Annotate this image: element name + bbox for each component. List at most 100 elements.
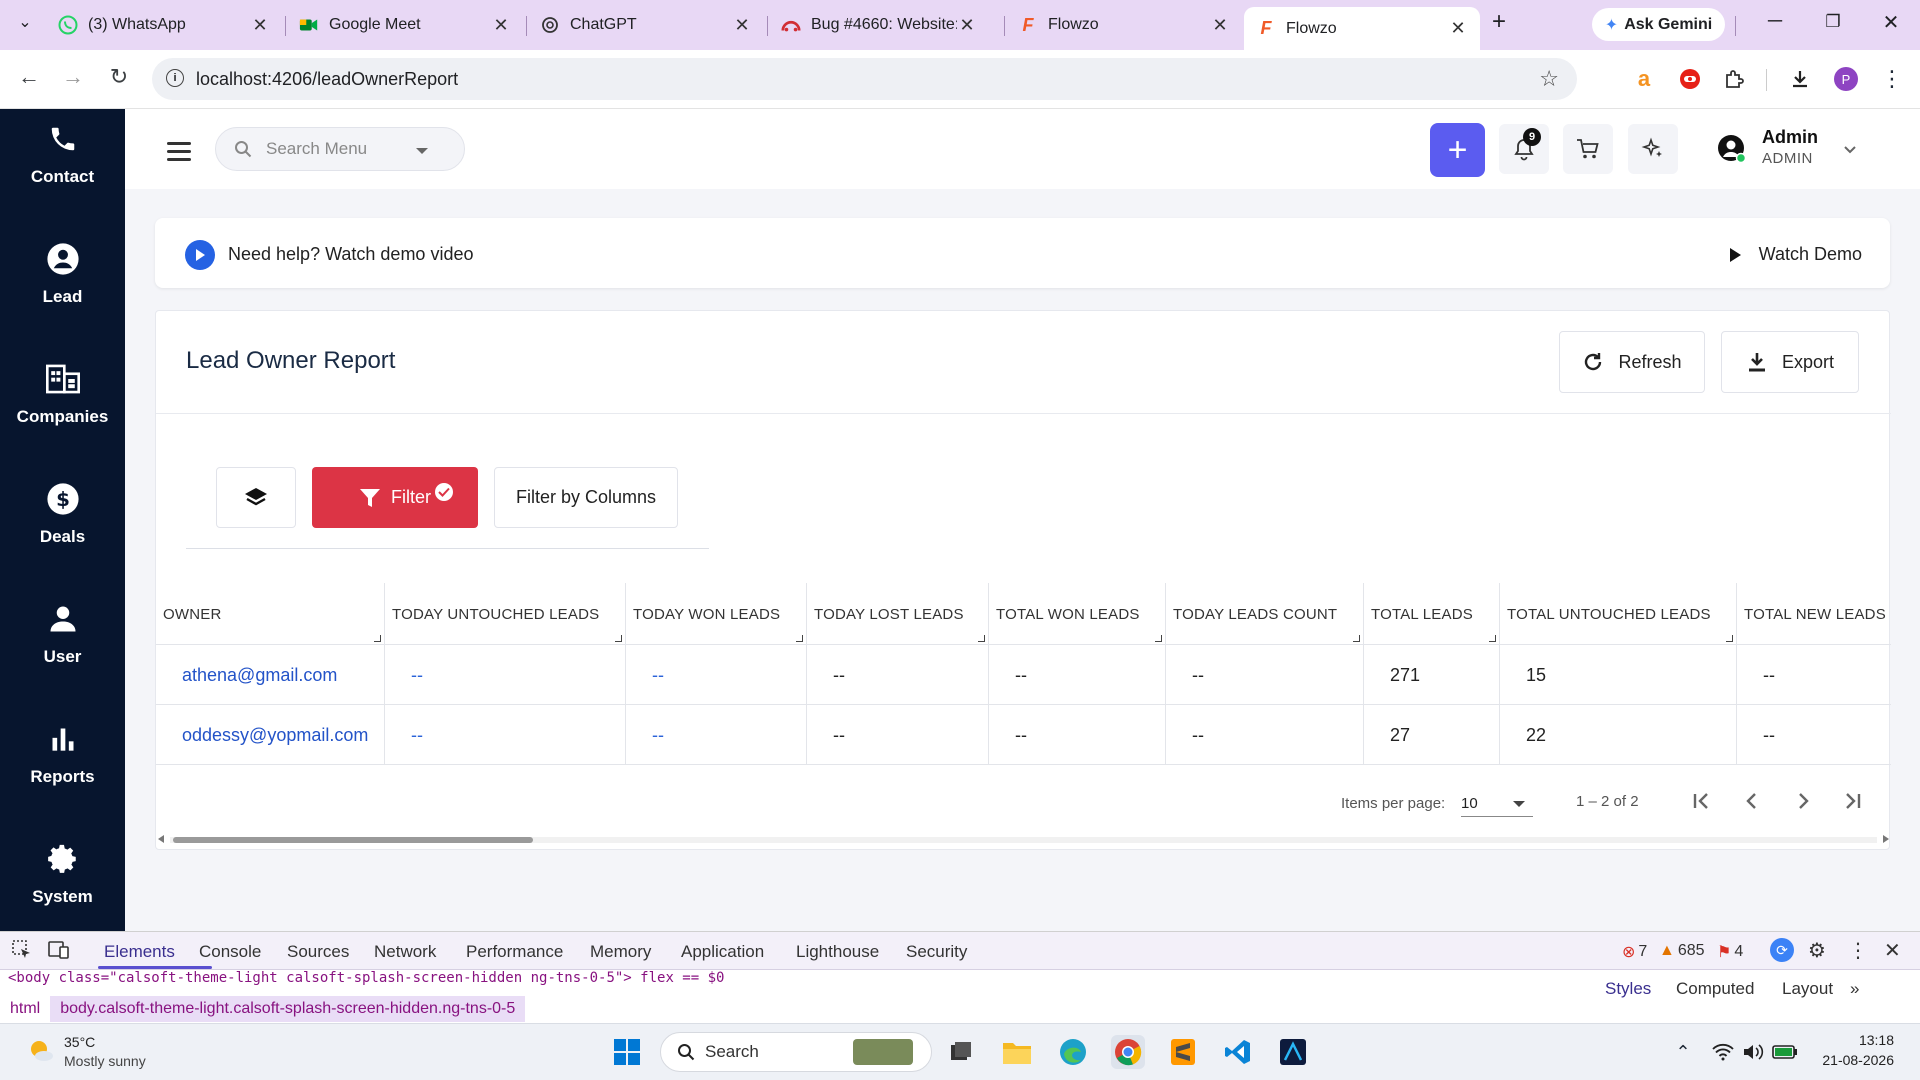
sidebar-item-companies[interactable]: Companies <box>0 355 125 455</box>
volume-icon[interactable] <box>1736 1035 1770 1069</box>
owner-email-link[interactable]: oddessy@yopmail.com <box>156 705 385 765</box>
column-header[interactable]: TOTAL LEADS <box>1364 583 1500 645</box>
more-tabs-chevron-icon[interactable]: » <box>1850 979 1859 999</box>
forward-arrow-icon[interactable]: → <box>58 64 88 90</box>
filter-by-columns-button[interactable]: Filter by Columns <box>494 467 678 528</box>
resize-handle-icon[interactable] <box>978 635 985 642</box>
devtools-sync-icon[interactable]: ⟳ <box>1770 938 1794 962</box>
scrollbar-thumb[interactable] <box>173 837 533 843</box>
horizontal-scrollbar[interactable] <box>158 833 1889 845</box>
warning-count[interactable]: ▲ 685 <box>1659 942 1705 960</box>
layers-button[interactable] <box>216 467 296 528</box>
cart-button[interactable] <box>1563 124 1613 174</box>
ask-gemini-button[interactable]: ✦ Ask Gemini <box>1592 8 1725 41</box>
next-page-button[interactable] <box>1787 785 1819 817</box>
devtools-tab-network[interactable]: Network <box>374 942 436 962</box>
inspect-element-icon[interactable] <box>12 940 32 965</box>
quick-add-button[interactable]: + <box>1430 123 1485 177</box>
devtools-tab-memory[interactable]: Memory <box>590 942 651 962</box>
hamburger-menu-icon[interactable] <box>167 142 191 166</box>
table-cell[interactable]: -- <box>385 645 626 705</box>
tab-close-icon[interactable]: ✕ <box>732 15 752 36</box>
sidebar-item-lead[interactable]: Lead <box>0 235 125 335</box>
weather-sun-icon[interactable] <box>26 1036 56 1066</box>
issues-count[interactable]: ⚑ 4 <box>1717 942 1743 962</box>
column-header[interactable]: TOTAL WON LEADS <box>989 583 1166 645</box>
resize-handle-icon[interactable] <box>1489 635 1496 642</box>
browser-menu-icon[interactable]: ⋮ <box>1878 65 1906 93</box>
ai-sparkle-button[interactable] <box>1628 124 1678 174</box>
devtools-tab-computed[interactable]: Computed <box>1676 979 1754 999</box>
column-header[interactable]: TOTAL UNTOUCHED LEADS <box>1500 583 1737 645</box>
bookmark-star-icon[interactable]: ☆ <box>1539 66 1559 92</box>
edge-browser-icon[interactable] <box>1056 1035 1090 1069</box>
tab-close-icon[interactable]: ✕ <box>957 15 977 36</box>
table-cell[interactable]: -- <box>385 705 626 765</box>
file-explorer-icon[interactable] <box>1000 1035 1034 1069</box>
column-header[interactable]: TOTAL NEW LEADS <box>1737 583 1891 645</box>
previous-page-button[interactable] <box>1736 785 1768 817</box>
resize-handle-icon[interactable] <box>796 635 803 642</box>
address-bar[interactable]: i localhost:4206/leadOwnerReport ☆ <box>152 58 1577 100</box>
tray-chevron-up-icon[interactable]: ⌃ <box>1666 1035 1700 1069</box>
close-window-icon[interactable]: ✕ <box>1876 10 1906 35</box>
clock-time[interactable]: 13:18 <box>1814 1032 1894 1048</box>
profile-avatar[interactable]: P <box>1832 65 1860 93</box>
new-tab-plus-icon[interactable]: + <box>1484 8 1514 36</box>
resize-handle-icon[interactable] <box>615 635 622 642</box>
sidebar-item-system[interactable]: System <box>0 835 125 935</box>
resize-handle-icon[interactable] <box>374 635 381 642</box>
column-header[interactable]: TODAY WON LEADS <box>626 583 807 645</box>
browser-tab-chatgpt[interactable]: ChatGPT ✕ <box>528 7 764 43</box>
first-page-button[interactable] <box>1686 785 1718 817</box>
browser-tab-flowzo-active[interactable]: F Flowzo ✕ <box>1244 7 1480 50</box>
restore-icon[interactable]: ❐ <box>1818 12 1848 32</box>
download-icon[interactable] <box>1786 65 1814 93</box>
watch-demo-button[interactable]: Watch Demo <box>1729 244 1862 265</box>
reload-icon[interactable]: ↻ <box>104 64 134 90</box>
devtools-tab-console[interactable]: Console <box>199 942 261 962</box>
tab-close-icon[interactable]: ✕ <box>1210 15 1230 36</box>
owner-email-link[interactable]: athena@gmail.com <box>156 645 385 705</box>
scroll-left-arrow-icon[interactable] <box>158 835 164 843</box>
refresh-button[interactable]: Refresh <box>1559 331 1705 393</box>
arduino-ide-icon[interactable] <box>1276 1035 1310 1069</box>
amazon-extension-icon[interactable]: a <box>1630 65 1658 93</box>
notifications-button[interactable]: 9 <box>1499 124 1549 174</box>
chevron-down-icon[interactable] <box>1843 142 1857 160</box>
vscode-icon[interactable] <box>1221 1035 1255 1069</box>
sidebar-item-contact[interactable]: Contact <box>0 115 125 215</box>
tab-close-icon[interactable]: ✕ <box>1448 18 1468 39</box>
devtools-tab-security[interactable]: Security <box>906 942 967 962</box>
devtools-tab-sources[interactable]: Sources <box>287 942 349 962</box>
minimize-icon[interactable]: ─ <box>1760 10 1790 33</box>
devtools-tab-lighthouse[interactable]: Lighthouse <box>796 942 879 962</box>
browser-tab-flowzo[interactable]: F Flowzo ✕ <box>1006 7 1242 43</box>
device-toolbar-icon[interactable] <box>48 940 70 965</box>
back-arrow-icon[interactable]: ← <box>14 64 44 90</box>
search-menu-input[interactable]: Search Menu <box>215 127 465 171</box>
resize-handle-icon[interactable] <box>1726 635 1733 642</box>
browser-tab-bug[interactable]: Bug #4660: Website:Ca ✕ <box>769 7 989 43</box>
devtools-tab-layout[interactable]: Layout <box>1782 979 1833 999</box>
dom-tree-line[interactable]: <body class="calsoft-theme-light calsoft… <box>0 970 1580 990</box>
user-name[interactable]: Admin <box>1762 127 1818 148</box>
wifi-icon[interactable] <box>1706 1035 1740 1069</box>
error-count[interactable]: ⊗ 7 <box>1622 942 1647 962</box>
task-view-icon[interactable] <box>944 1035 978 1069</box>
column-header[interactable]: OWNER <box>156 583 385 645</box>
battery-icon[interactable] <box>1768 1035 1802 1069</box>
taskbar-search[interactable]: Search <box>660 1032 932 1072</box>
export-button[interactable]: Export <box>1721 331 1859 393</box>
column-header[interactable]: TODAY LEADS COUNT <box>1166 583 1364 645</box>
sidebar-item-deals[interactable]: $ Deals <box>0 475 125 575</box>
filter-button[interactable]: Filter <box>312 467 478 528</box>
tab-close-icon[interactable]: ✕ <box>250 15 270 36</box>
sublime-text-icon[interactable] <box>1166 1035 1200 1069</box>
start-windows-icon[interactable] <box>610 1035 644 1069</box>
table-cell[interactable]: -- <box>626 705 807 765</box>
devtools-tab-performance[interactable]: Performance <box>466 942 563 962</box>
column-header[interactable]: TODAY UNTOUCHED LEADS <box>385 583 626 645</box>
tab-search-chevron-icon[interactable]: ⌄ <box>10 12 40 32</box>
admin-avatar[interactable] <box>1717 134 1747 164</box>
